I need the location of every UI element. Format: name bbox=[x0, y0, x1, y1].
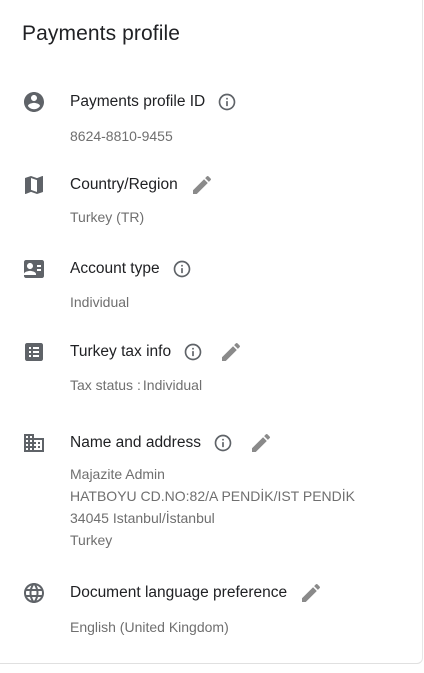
globe-icon bbox=[22, 581, 46, 605]
profile-id-header: Payments profile ID bbox=[70, 90, 237, 114]
address-line: Majazite Admin bbox=[70, 466, 165, 482]
info-icon[interactable] bbox=[217, 92, 237, 112]
country-value: Turkey (TR) bbox=[70, 209, 145, 225]
tax-info-header: Turkey tax info bbox=[70, 340, 243, 364]
edit-country-button[interactable] bbox=[190, 173, 214, 197]
address-line: 34045 Istanbul/İstanbul bbox=[70, 510, 215, 526]
account-circle-icon bbox=[22, 90, 46, 114]
profile-id-value: 8624-8810-9455 bbox=[70, 128, 173, 144]
edit-language-button[interactable] bbox=[299, 581, 323, 605]
country-label: Country/Region bbox=[70, 176, 178, 193]
edit-name-address-button[interactable] bbox=[249, 431, 273, 455]
page-title: Payments profile bbox=[22, 22, 181, 45]
language-header: Document language preference bbox=[70, 581, 323, 605]
name-address-header: Name and address bbox=[70, 431, 273, 455]
country-header: Country/Region bbox=[70, 173, 214, 197]
profile-id-label: Payments profile ID bbox=[70, 93, 206, 110]
map-icon bbox=[22, 173, 46, 197]
list-icon bbox=[22, 340, 46, 364]
edit-tax-info-button[interactable] bbox=[219, 340, 243, 364]
tax-status-label: Tax status bbox=[70, 377, 134, 393]
info-icon[interactable] bbox=[172, 259, 192, 279]
tax-status-row: Tax status: Individual bbox=[70, 374, 202, 396]
address-line: HATBOYU CD.NO:82/A PENDİK/IST PENDİK bbox=[70, 488, 355, 504]
address-line: Turkey bbox=[70, 532, 113, 548]
account-type-header: Account type bbox=[70, 257, 192, 281]
business-icon bbox=[22, 431, 46, 455]
account-type-label: Account type bbox=[70, 260, 160, 277]
language-label: Document language preference bbox=[70, 584, 288, 601]
language-value: English (United Kingdom) bbox=[70, 619, 229, 635]
account-type-value: Individual bbox=[70, 294, 130, 310]
contact-card-icon bbox=[22, 257, 46, 281]
info-icon[interactable] bbox=[183, 342, 203, 362]
tax-status-value: Individual bbox=[142, 377, 203, 393]
name-address-label: Name and address bbox=[70, 434, 201, 451]
info-icon[interactable] bbox=[213, 433, 233, 453]
tax-info-label: Turkey tax info bbox=[70, 343, 172, 360]
payments-profile-card: Payments profile Payments profile ID 862… bbox=[0, 0, 423, 664]
tax-status-separator: : bbox=[137, 377, 141, 393]
